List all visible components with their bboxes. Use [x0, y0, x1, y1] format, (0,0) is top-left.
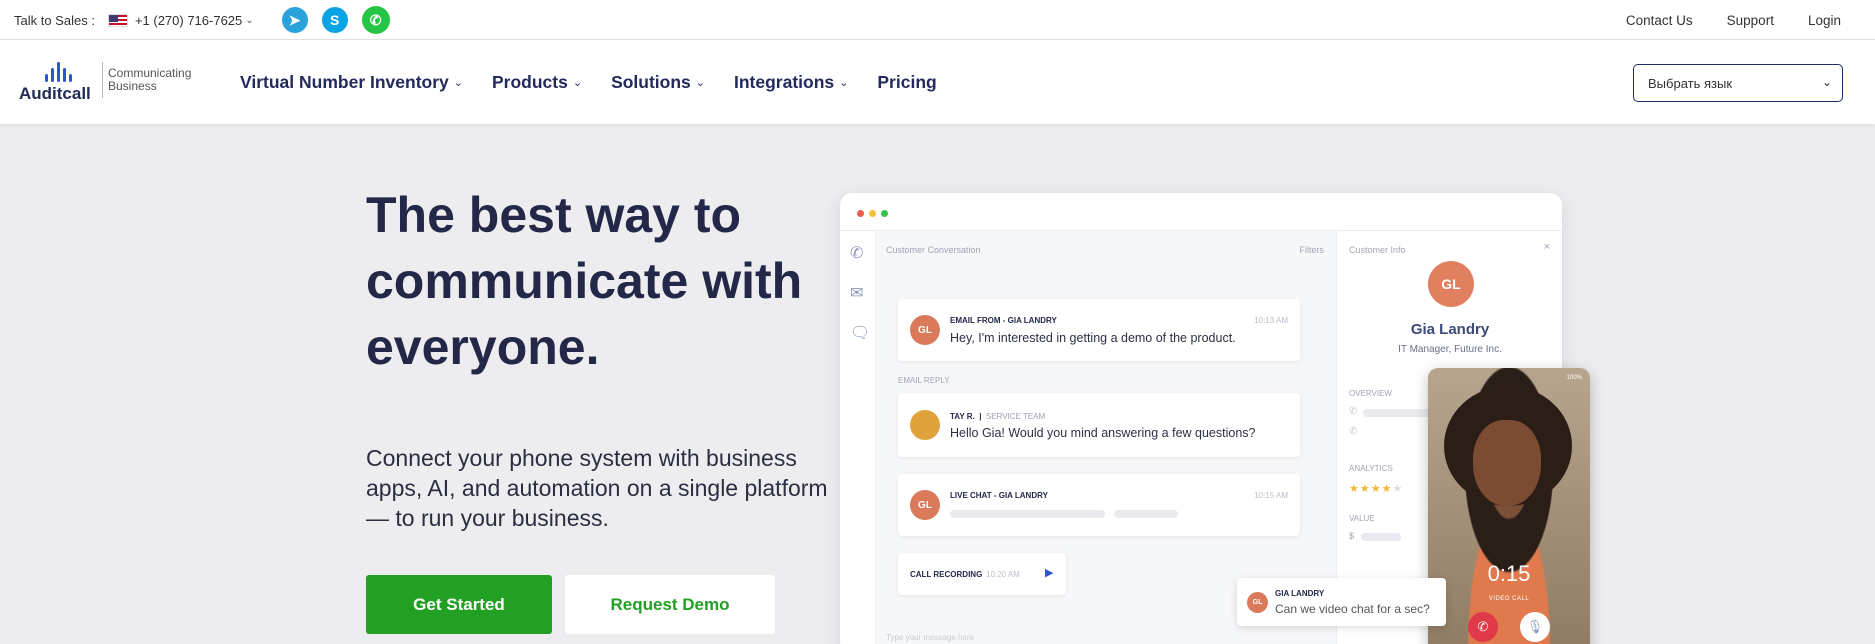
request-demo-button[interactable]: Request Demo	[565, 575, 775, 634]
phone-icon: ✆	[1349, 406, 1358, 417]
nav-label: Integrations	[734, 71, 835, 92]
chevron-down-icon: ⌄	[1821, 75, 1832, 89]
nav-item-integrations[interactable]: Integrations ⌄	[734, 72, 848, 93]
text-placeholder	[1114, 510, 1178, 518]
end-call-icon[interactable]: ✆	[1468, 612, 1498, 642]
hero-subtitle: Connect your phone system with business …	[366, 445, 828, 531]
talk-to-sales-label: Talk to Sales :	[14, 12, 95, 28]
chevron-down-icon: ⌄	[695, 76, 705, 89]
whatsapp-icon[interactable]: ✆	[361, 6, 390, 34]
chevron-down-icon: ⌄	[572, 76, 583, 89]
message-time: 10:15 AM	[1254, 491, 1288, 500]
chat-text: Can we video chat for a sec?	[1275, 602, 1430, 616]
skype-icon[interactable]: S	[321, 7, 348, 33]
message-sender: TAY R. | SERVICE TEAM	[950, 412, 1046, 421]
us-flag-icon	[107, 13, 128, 27]
play-icon[interactable]: ▶	[1045, 566, 1053, 579]
microphone-icon[interactable]: 🎙	[1520, 612, 1550, 642]
logo-tagline: Communicating Business	[108, 66, 192, 93]
call-recording-card: CALL RECORDING 10:20 AM ▶	[898, 553, 1066, 595]
avatar: GL	[1247, 592, 1268, 613]
message-text: Hey, I'm interested in getting a demo of…	[950, 331, 1236, 345]
logo-name: Auditcall	[19, 84, 91, 103]
channel-rail: ✆ ✉ 🗨	[840, 231, 876, 644]
chat-bubble: GL GIA LANDRY Can we video chat for a se…	[1237, 578, 1446, 626]
window-controls	[857, 210, 888, 217]
maximize-dot-icon	[881, 210, 888, 217]
customer-avatar: GL	[1428, 261, 1474, 307]
video-call-card: 100% 0:15 VIDEO CALL ✆ 🎙	[1428, 368, 1590, 644]
message-time: 10:20 AM	[986, 570, 1020, 579]
mail-icon: ✉	[850, 285, 864, 302]
nav-label: Virtual Number Inventory	[240, 71, 449, 92]
get-started-button[interactable]: Get Started	[366, 575, 552, 634]
minimize-dot-icon	[869, 210, 876, 217]
chevron-down-icon: ⌄	[839, 76, 849, 89]
nav-menu: Virtual Number Inventory ⌄ Products ⌄ Solu…	[240, 40, 937, 124]
video-call-label: VIDEO CALL	[1488, 596, 1530, 602]
text-placeholder	[1361, 533, 1401, 541]
analytics-label: ANALYTICS	[1349, 464, 1393, 473]
phone-number[interactable]: +1 (270) 716-7625	[135, 13, 242, 28]
chevron-down-icon[interactable]: ⌄	[245, 15, 253, 26]
rating-stars: ★★★★★	[1349, 483, 1404, 495]
call-timer: 0:15	[1487, 561, 1531, 586]
language-select[interactable]: Выбрать язык ⌄	[1633, 64, 1843, 102]
message-card: GL LIVE CHAT - GIA LANDRY 10:15 AM	[898, 474, 1300, 536]
phone-icon: ✆	[850, 245, 864, 262]
contact-us-link[interactable]: Contact Us	[1626, 13, 1693, 28]
avatar: GL	[910, 490, 940, 520]
message-text: Hello Gia! Would you mind answering a fe…	[950, 426, 1256, 440]
avatar	[910, 410, 940, 440]
nav-item-solutions[interactable]: Solutions ⌄	[611, 72, 705, 93]
logo-mark-icon	[43, 60, 73, 82]
nav-item-products[interactable]: Products ⌄	[492, 72, 582, 93]
nav-item-pricing[interactable]: Pricing	[877, 72, 936, 93]
email-reply-label: EMAIL REPLY	[898, 376, 950, 385]
nav-label: Products	[491, 71, 568, 92]
avatar: GL	[910, 315, 940, 345]
sales-contact: Talk to Sales : +1 (270) 716-7625 ⌄ ➤ S …	[14, 0, 390, 40]
chat-icon: 🗨	[850, 325, 871, 342]
caller-face	[1473, 420, 1541, 506]
support-link[interactable]: Support	[1727, 13, 1774, 28]
main-nav: Auditcall Communicating Business Virtual…	[0, 40, 1875, 124]
nav-label: Solutions	[611, 71, 691, 92]
battery-indicator: 100%	[1566, 375, 1582, 381]
customer-role: IT Manager, Future Inc.	[1398, 344, 1502, 355]
language-select-value: Выбрать язык	[1648, 75, 1733, 91]
message-card: GL EMAIL FROM - GIA LANDRY 10:13 AM Hey,…	[898, 299, 1300, 361]
message-input[interactable]: Type your message here	[886, 633, 974, 642]
phone-icon: ✆	[1349, 426, 1358, 437]
nav-label: Pricing	[877, 71, 937, 92]
text-placeholder	[950, 510, 1105, 518]
top-bar: Talk to Sales : +1 (270) 716-7625 ⌄ ➤ S …	[0, 0, 1875, 40]
close-icon[interactable]: ×	[1544, 241, 1550, 253]
telegram-icon[interactable]: ➤	[281, 7, 308, 33]
overview-label: OVERVIEW	[1349, 389, 1392, 398]
login-link[interactable]: Login	[1808, 13, 1841, 28]
customer-name: Gia Landry	[1410, 321, 1490, 338]
info-header: Customer Info	[1349, 245, 1406, 255]
message-sender: EMAIL FROM - GIA LANDRY	[950, 316, 1057, 325]
logo-divider	[102, 62, 103, 98]
nav-item-virtual-number-inventory[interactable]: Virtual Number Inventory ⌄	[240, 72, 463, 93]
auditcall-logo[interactable]: Auditcall Communicating Business	[19, 60, 197, 104]
conversation-header: Customer Conversation	[886, 245, 981, 255]
call-recording-label: CALL RECORDING	[910, 570, 983, 579]
message-sender: LIVE CHAT - GIA LANDRY	[950, 491, 1048, 500]
hero-title: The best way to communicate with everyon…	[366, 187, 803, 375]
currency-symbol: $	[1349, 531, 1355, 541]
message-card: TAY R. | SERVICE TEAM Hello Gia! Would y…	[898, 393, 1300, 457]
top-links: Contact Us Support Login	[1626, 0, 1841, 40]
message-time: 10:13 AM	[1254, 316, 1288, 325]
chevron-down-icon: ⌄	[453, 76, 463, 89]
chat-sender: GIA LANDRY	[1275, 589, 1325, 598]
text-placeholder	[1363, 409, 1433, 417]
value-label: VALUE	[1349, 514, 1375, 523]
close-dot-icon	[857, 210, 864, 217]
filters-label: Filters	[1299, 245, 1325, 255]
